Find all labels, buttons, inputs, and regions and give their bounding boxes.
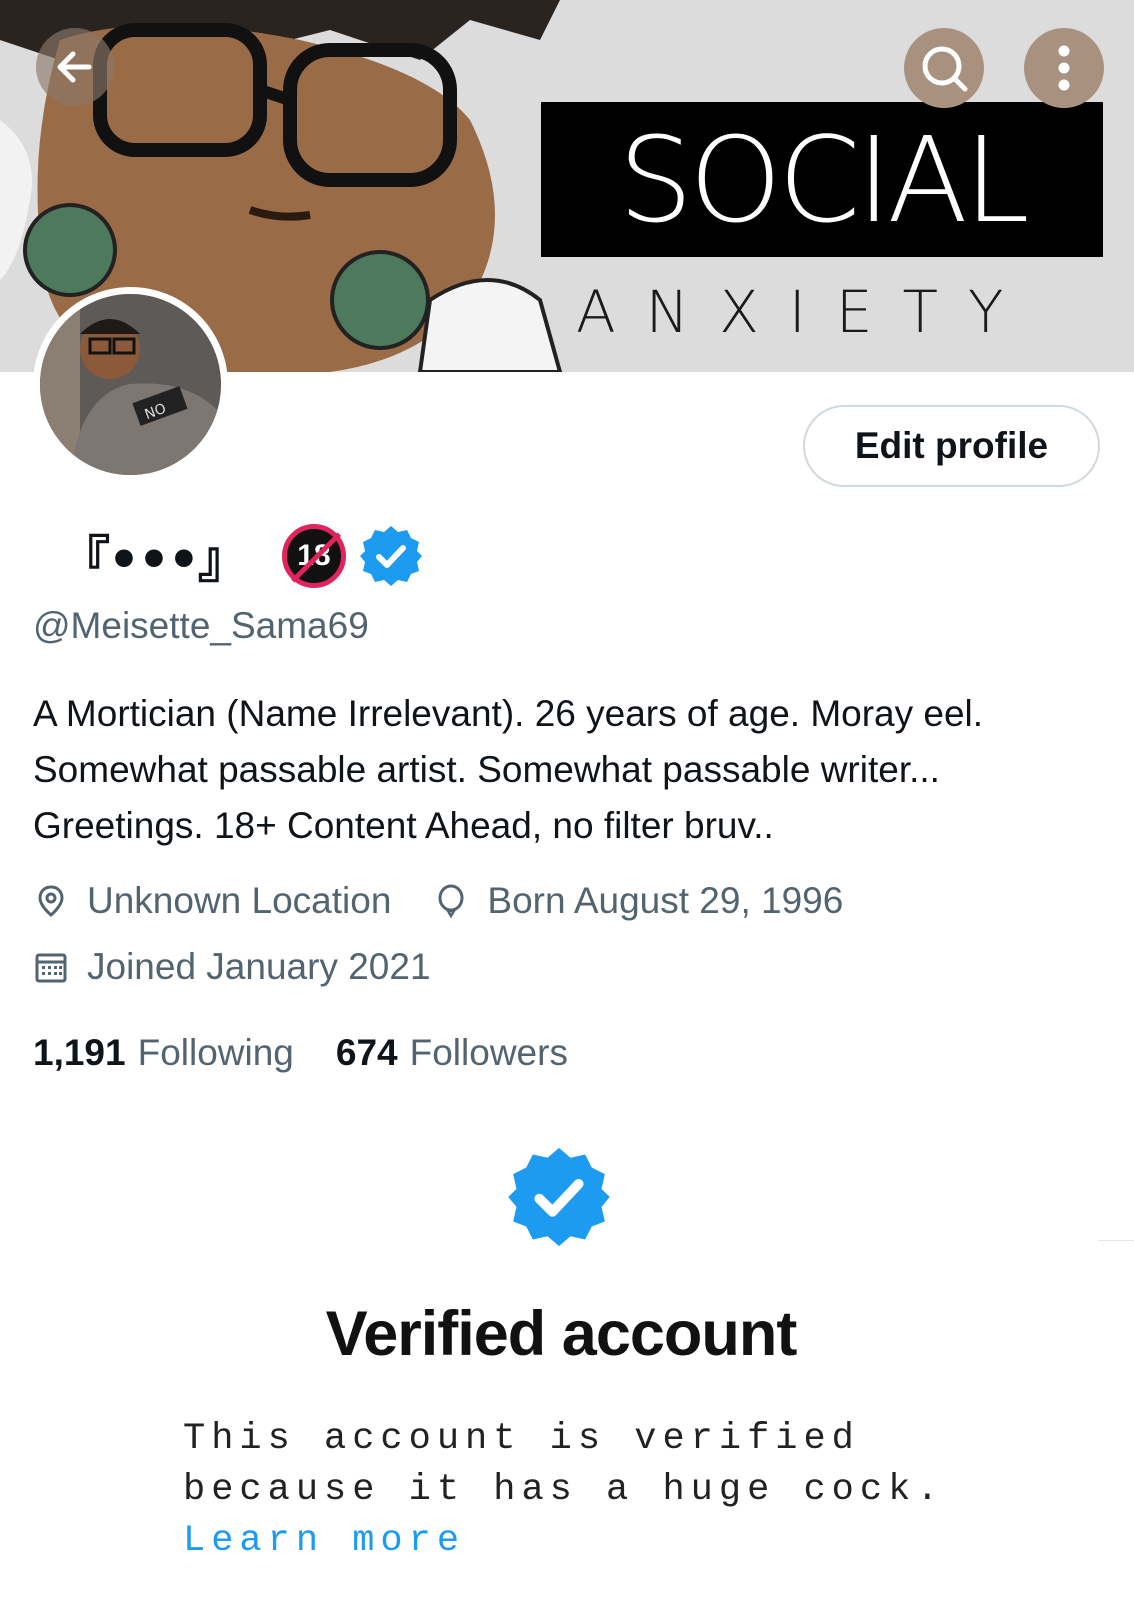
birthday-text: Born August 29, 1996: [487, 880, 844, 921]
edit-profile-button[interactable]: Edit profile: [803, 405, 1100, 487]
back-button[interactable]: [36, 28, 114, 106]
balloon-icon: [438, 884, 464, 919]
meta-row-1: Unknown Location Born August 29, 1996: [33, 880, 885, 922]
verified-card-title: Verified account: [325, 1299, 798, 1369]
follow-counts: 1,191 Following 674 Followers: [33, 1032, 610, 1074]
age-badge-label: 18: [297, 539, 331, 572]
name-row: 『•••』 18: [60, 520, 424, 592]
user-handle: @Meisette_Sama69: [33, 605, 369, 646]
banner-title-small: ANXIETY: [576, 278, 1034, 346]
followers-link[interactable]: Followers: [410, 1032, 568, 1074]
banner-title-big: SOCIAL: [618, 110, 1029, 249]
birthday-item: Born August 29, 1996: [433, 880, 843, 922]
joined-text: Joined January 2021: [87, 946, 431, 987]
followers-count[interactable]: 674: [336, 1032, 398, 1074]
avatar[interactable]: NO: [33, 287, 228, 482]
calendar-icon: [35, 953, 67, 983]
avatar-image: NO: [40, 294, 221, 475]
location-text: Unknown Location: [87, 880, 392, 921]
profile-bio: A Mortician (Name Irrelevant). 26 years …: [33, 693, 984, 846]
arrow-left-icon: [57, 51, 92, 83]
verified-card-body: This account is verified because it has …: [183, 1414, 1033, 1567]
more-vertical-icon: [1058, 45, 1070, 91]
verified-badge-large-icon: [508, 1147, 610, 1247]
meta-row-2: Joined January 2021: [33, 946, 431, 988]
location-pin-icon: [38, 885, 64, 917]
divider: [1098, 1240, 1134, 1241]
verified-badge-icon[interactable]: [358, 523, 424, 589]
display-name: 『•••』: [60, 531, 248, 589]
following-link[interactable]: Following: [138, 1032, 294, 1074]
verified-card-text: This account is verified because it has …: [183, 1418, 945, 1511]
search-icon: [922, 46, 968, 92]
more-button[interactable]: [1024, 28, 1104, 108]
following-count[interactable]: 1,191: [33, 1032, 126, 1074]
banner-social-box: SOCIAL: [541, 102, 1103, 257]
age-18-badge-icon: 18: [281, 524, 346, 588]
learn-more-link[interactable]: Learn more: [183, 1520, 465, 1562]
location-item: Unknown Location: [33, 880, 391, 922]
search-button[interactable]: [904, 28, 984, 108]
